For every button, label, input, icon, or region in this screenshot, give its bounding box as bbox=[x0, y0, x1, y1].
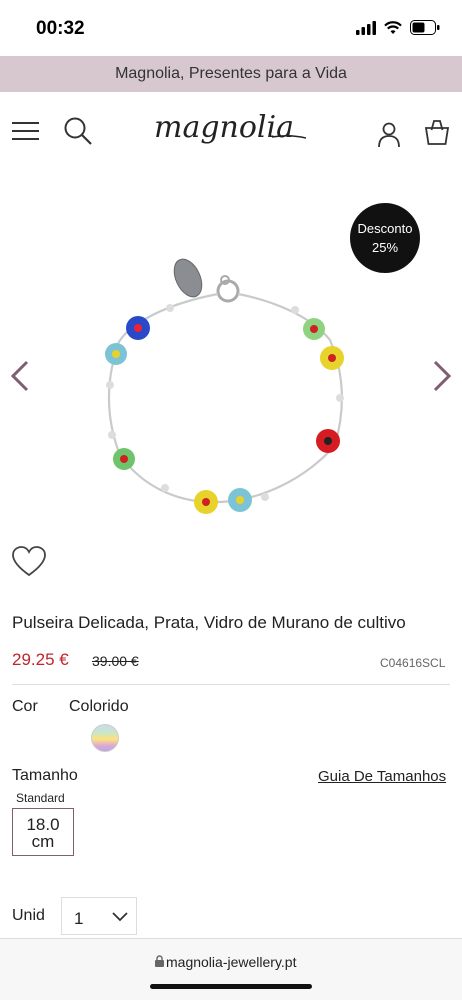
logo-underline-flourish bbox=[272, 134, 306, 139]
quantity-select[interactable]: 1 bbox=[61, 897, 137, 935]
promo-banner: Magnolia, Presentes para a Vida bbox=[0, 56, 462, 92]
size-option-unit: cm bbox=[31, 832, 55, 851]
product-sku: C04616SCL bbox=[380, 656, 446, 670]
carousel-prev-arrow-icon[interactable] bbox=[10, 360, 30, 392]
menu-icon[interactable] bbox=[12, 122, 39, 140]
size-option-18[interactable]: 18.0 cm bbox=[12, 808, 74, 856]
discount-badge-value: 25% bbox=[371, 240, 399, 255]
status-icons bbox=[356, 20, 440, 35]
size-label: Tamanho bbox=[12, 767, 78, 784]
wifi-icon bbox=[384, 20, 402, 34]
quantity-label: Unid bbox=[12, 907, 45, 924]
product-title: Pulseira Delicada, Prata, Vidro de Muran… bbox=[12, 613, 406, 632]
url-text[interactable]: magnolia-jewellery.pt bbox=[166, 954, 296, 970]
wishlist-heart-icon[interactable] bbox=[12, 546, 46, 577]
battery-icon bbox=[410, 20, 440, 35]
lock-icon bbox=[155, 955, 164, 967]
chevron-down-icon bbox=[112, 912, 128, 922]
color-label: Cor bbox=[12, 698, 38, 715]
color-value: Colorido bbox=[69, 698, 129, 715]
status-time: 00:32 bbox=[36, 18, 85, 39]
product-old-price: 39.00 € bbox=[92, 653, 139, 669]
discount-badge-label: Desconto bbox=[357, 221, 413, 236]
product-price: 29.25 € bbox=[12, 650, 69, 669]
signal-icon bbox=[356, 20, 376, 35]
divider bbox=[12, 684, 450, 685]
status-bar: 00:32 bbox=[0, 0, 462, 56]
size-guide-link[interactable]: Guia De Tamanhos bbox=[318, 768, 446, 785]
product-image[interactable] bbox=[90, 250, 360, 530]
browser-url-bar[interactable]: magnolia-jewellery.pt bbox=[0, 938, 462, 1000]
size-type-label: Standard bbox=[16, 791, 65, 805]
search-icon[interactable] bbox=[64, 117, 92, 145]
shopping-bag-icon[interactable] bbox=[424, 118, 450, 146]
home-indicator[interactable] bbox=[150, 984, 312, 989]
discount-badge: Desconto 25% bbox=[350, 203, 420, 273]
carousel-next-arrow-icon[interactable] bbox=[432, 360, 452, 392]
account-icon[interactable] bbox=[378, 122, 400, 148]
size-option-value: 18.0 bbox=[26, 815, 60, 834]
site-header: magnolia bbox=[0, 92, 462, 180]
quantity-value: 1 bbox=[74, 909, 84, 928]
color-swatch-colorido[interactable] bbox=[91, 724, 119, 752]
